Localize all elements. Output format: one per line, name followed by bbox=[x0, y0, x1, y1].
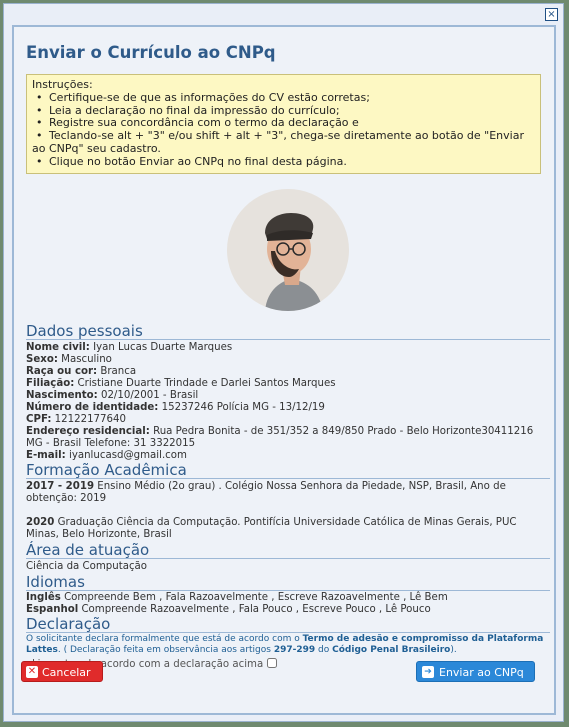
declaration-text: O solicitante declara formalmente que es… bbox=[26, 634, 546, 656]
cancel-button-label: Cancelar bbox=[42, 666, 91, 679]
content-panel: Enviar o Currículo ao CNPq Instruções: C… bbox=[12, 25, 556, 715]
field-value: Iyan Lucas Duarte Marques bbox=[93, 342, 233, 353]
penal-code-link[interactable]: Código Penal Brasileiro bbox=[332, 645, 450, 655]
field-label: Filiação: bbox=[26, 378, 75, 389]
field-label: CPF: bbox=[26, 414, 52, 425]
language-name: Espanhol bbox=[26, 604, 79, 615]
field-label: Número de identidade: bbox=[26, 402, 159, 413]
send-button-label: Enviar ao CNPq bbox=[439, 666, 524, 679]
personal-data: Nome civil: Iyan Lucas Duarte Marques Se… bbox=[26, 342, 546, 462]
language-level: Compreende Bem , Fala Razoavelmente , Es… bbox=[64, 592, 448, 603]
instruction-item-text: Teclando-se alt + "3" e/ou shift + alt +… bbox=[32, 129, 524, 155]
education-years: 2017 - 2019 bbox=[26, 481, 95, 492]
field-label: Nome civil: bbox=[26, 342, 90, 353]
field-value: 02/10/2001 - Brasil bbox=[100, 390, 199, 401]
field-label: Sexo: bbox=[26, 354, 58, 365]
education-item: 2017 - 2019 Ensino Médio (2o grau) . Col… bbox=[26, 481, 546, 505]
section-field: Área de atuação bbox=[26, 542, 550, 559]
field-value: 12122177640 bbox=[54, 414, 126, 425]
articles-link[interactable]: 297-299 bbox=[274, 645, 315, 655]
section-personal-data: Dados pessoais bbox=[26, 323, 550, 340]
section-languages: Idiomas bbox=[26, 574, 550, 591]
section-education: Formação Acadêmica bbox=[26, 462, 550, 479]
language-level: Compreende Razoavelmente , Fala Pouco , … bbox=[81, 604, 431, 615]
field-value: Branca bbox=[100, 366, 137, 377]
field-of-work: Ciência da Computação bbox=[26, 561, 148, 572]
field-label: Endereço residencial: bbox=[26, 426, 150, 437]
declaration-text-part: . ( Declaração feita em observância aos … bbox=[57, 645, 271, 655]
field-label: Nascimento: bbox=[26, 390, 98, 401]
section-declaration: Declaração bbox=[26, 616, 550, 633]
field-value: Masculino bbox=[61, 354, 112, 365]
declaration-text-part: O solicitante declara formalmente que es… bbox=[26, 634, 300, 644]
close-button[interactable]: × bbox=[545, 8, 558, 21]
field-value: 15237246 Polícia MG - 13/12/19 bbox=[161, 402, 325, 413]
send-cv-dialog: × Enviar o Currículo ao CNPq Instruções:… bbox=[3, 3, 564, 722]
field-label: Raça ou cor: bbox=[26, 366, 98, 377]
field-label: E-mail: bbox=[26, 450, 66, 461]
languages: Inglês Compreende Bem , Fala Razoavelmen… bbox=[26, 592, 546, 616]
instruction-item: Clique no botão Enviar ao CNPq no final … bbox=[32, 155, 535, 169]
instruction-item: Certifique-se de que as informações do C… bbox=[32, 91, 535, 105]
education-item: 2020 Graduação Ciência da Computação. Po… bbox=[26, 517, 546, 541]
arrow-right-icon: ➔ bbox=[422, 666, 434, 678]
agree-checkbox[interactable] bbox=[267, 658, 278, 668]
field-value: iyanlucasd@gmail.com bbox=[69, 450, 187, 461]
education-years: 2020 bbox=[26, 517, 55, 528]
declaration-text-part: ). bbox=[450, 645, 457, 655]
education-text: Graduação Ciência da Computação. Pontifí… bbox=[26, 517, 517, 540]
declaration-text-part: do bbox=[318, 645, 330, 655]
field-value: Cristiane Duarte Trindade e Darlei Santo… bbox=[77, 378, 336, 389]
close-icon: ✕ bbox=[26, 666, 38, 678]
page-title: Enviar o Currículo ao CNPq bbox=[26, 43, 276, 62]
cancel-button[interactable]: ✕ Cancelar bbox=[21, 661, 103, 682]
instruction-item: • Teclando-se alt + "3" e/ou shift + alt … bbox=[32, 129, 524, 155]
language-name: Inglês bbox=[26, 592, 61, 603]
avatar bbox=[227, 189, 349, 311]
instructions-heading: Instruções: bbox=[32, 78, 93, 91]
instructions-box: Instruções: Certifique-se de que as info… bbox=[26, 74, 541, 174]
education-text: Ensino Médio (2o grau) . Colégio Nossa S… bbox=[26, 481, 506, 504]
send-to-cnpq-button[interactable]: ➔ Enviar ao CNPq bbox=[416, 661, 535, 682]
